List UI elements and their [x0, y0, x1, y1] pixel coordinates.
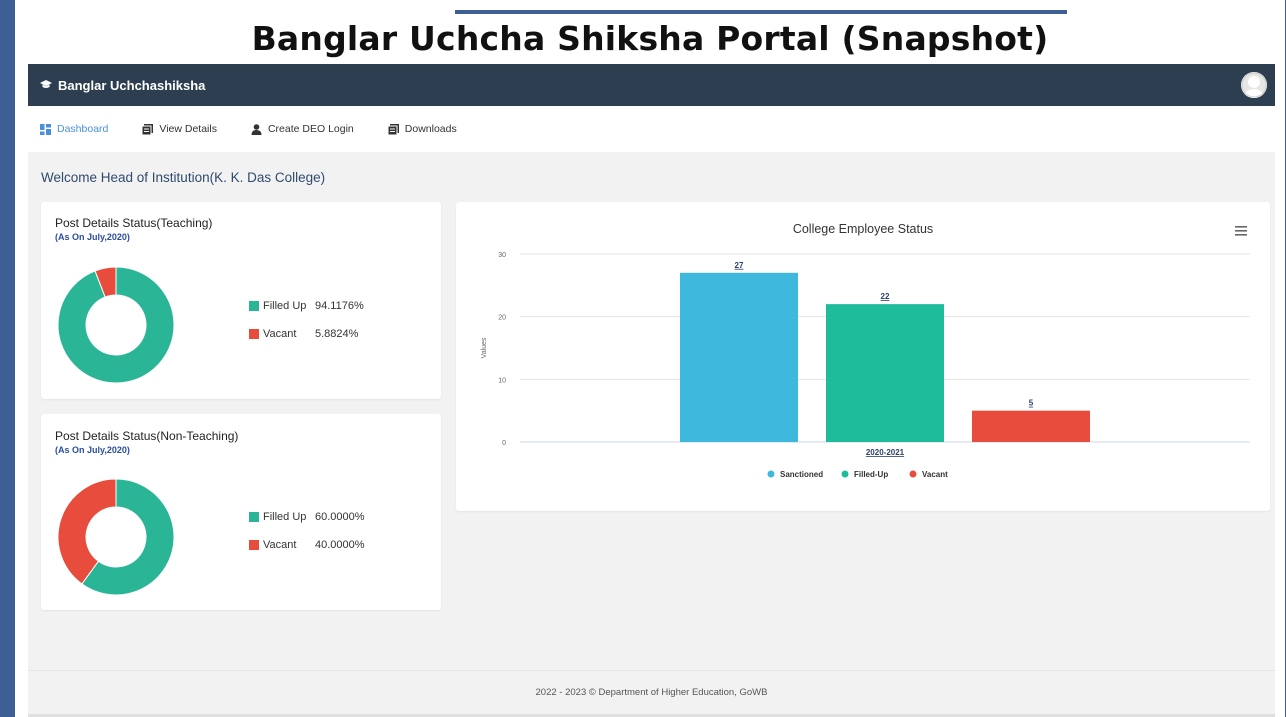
legend-swatch [249, 540, 259, 550]
y-tick-label: 30 [498, 252, 506, 259]
employee-status-card: College Employee Status 0 10 20 30 Values 27 22… [456, 202, 1270, 511]
legend-swatch [249, 512, 259, 522]
bar-filled-up[interactable] [826, 304, 944, 442]
nonteaching-card-title: Post Details Status(Non-Teaching) [55, 429, 239, 443]
portal-app: Banglar Uchchashiksha Dashboard View Det… [28, 64, 1275, 717]
nonteaching-card-subtitle: (As On July,2020) [55, 445, 130, 455]
legend-label: Vacant [263, 539, 297, 551]
document-icon [142, 123, 154, 135]
legend-swatch [249, 329, 259, 339]
legend-marker-vacant[interactable] [909, 470, 917, 478]
hamburger-menu-icon[interactable] [1234, 225, 1248, 237]
dashboard-icon [40, 123, 51, 135]
bar-vacant[interactable] [972, 410, 1090, 442]
page-headline: Banglar Uchcha Shiksha Portal (Snapshot) [251, 19, 1049, 58]
brand[interactable]: Banglar Uchchashiksha [40, 78, 205, 93]
legend-label: Filled Up [263, 511, 307, 523]
nav-create-deo-login[interactable]: Create DEO Login [251, 123, 354, 135]
bar-data-label: 5 [1029, 399, 1034, 408]
nonteaching-status-card: Post Details Status(Non-Teaching) (As On… [41, 414, 441, 610]
teaching-card-title: Post Details Status(Teaching) [55, 216, 213, 230]
welcome-message: Welcome Head of Institution(K. K. Das Co… [41, 170, 326, 185]
document-icon [387, 123, 399, 135]
nav-view-details-label: View Details [159, 123, 217, 135]
legend-label: Filled Up [263, 300, 307, 312]
nonteaching-donut-chart [57, 478, 175, 596]
y-tick-label: 20 [498, 315, 506, 322]
nav-bar: Dashboard View Details Create DEO Login [28, 106, 1275, 152]
legend-label-vacant[interactable]: Vacant [922, 470, 948, 479]
teaching-donut-chart [57, 266, 175, 384]
bar-data-label: 27 [735, 261, 744, 270]
footer: 2022 - 2023 © Department of Higher Educa… [28, 670, 1275, 714]
legend-swatch [249, 301, 259, 311]
brand-name: Banglar Uchchashiksha [58, 77, 206, 93]
nonteaching-legend-filled[interactable]: Filled Up 60.0000% [249, 511, 365, 523]
legend-value: 40.0000% [315, 539, 365, 551]
legend-value: 60.0000% [315, 511, 365, 523]
user-avatar[interactable] [1241, 72, 1267, 98]
bar-sanctioned[interactable] [680, 272, 798, 442]
employee-bar-chart: College Employee Status 0 10 20 30 Values 27 22… [481, 222, 1250, 479]
y-tick-label: 0 [502, 440, 506, 447]
y-axis-label: Values [481, 337, 488, 358]
x-tick-label: 2020-2021 [866, 448, 905, 457]
nav-downloads-label: Downloads [404, 123, 457, 135]
chart-title: College Employee Status [793, 222, 933, 236]
teaching-card-subtitle: (As On July,2020) [55, 232, 130, 242]
nav-view-details[interactable]: View Details [142, 123, 217, 135]
legend-label: Vacant [263, 328, 297, 340]
user-avatar-icon [1241, 72, 1267, 98]
teaching-legend-vacant[interactable]: Vacant 5.8824% [249, 328, 358, 340]
top-bar: Banglar Uchchashiksha [28, 64, 1275, 106]
nav-dashboard[interactable]: Dashboard [40, 123, 108, 135]
legend-label-sanctioned[interactable]: Sanctioned [780, 470, 823, 479]
nav-dashboard-label: Dashboard [57, 123, 109, 135]
screenshot-frame: Banglar Uchcha Shiksha Portal (Snapshot)… [15, 0, 1285, 717]
user-icon [251, 123, 262, 135]
legend-value: 94.1176% [315, 300, 364, 312]
nav-downloads[interactable]: Downloads [387, 123, 457, 135]
y-tick-label: 10 [498, 377, 506, 384]
bar-data-label: 22 [881, 292, 890, 301]
legend-label-filled-up[interactable]: Filled-Up [854, 470, 888, 479]
legend-marker-sanctioned[interactable] [767, 470, 775, 478]
teaching-legend-filled[interactable]: Filled Up 94.1176% [249, 300, 364, 312]
graduation-cap-icon [40, 80, 52, 88]
legend-marker-filled-up[interactable] [841, 470, 849, 478]
legend-value: 5.8824% [315, 328, 359, 340]
nav-create-deo-login-label: Create DEO Login [267, 123, 354, 135]
teaching-status-card: Post Details Status(Teaching) (As On Jul… [41, 202, 441, 399]
nonteaching-legend-vacant[interactable]: Vacant 40.0000% [249, 539, 365, 551]
